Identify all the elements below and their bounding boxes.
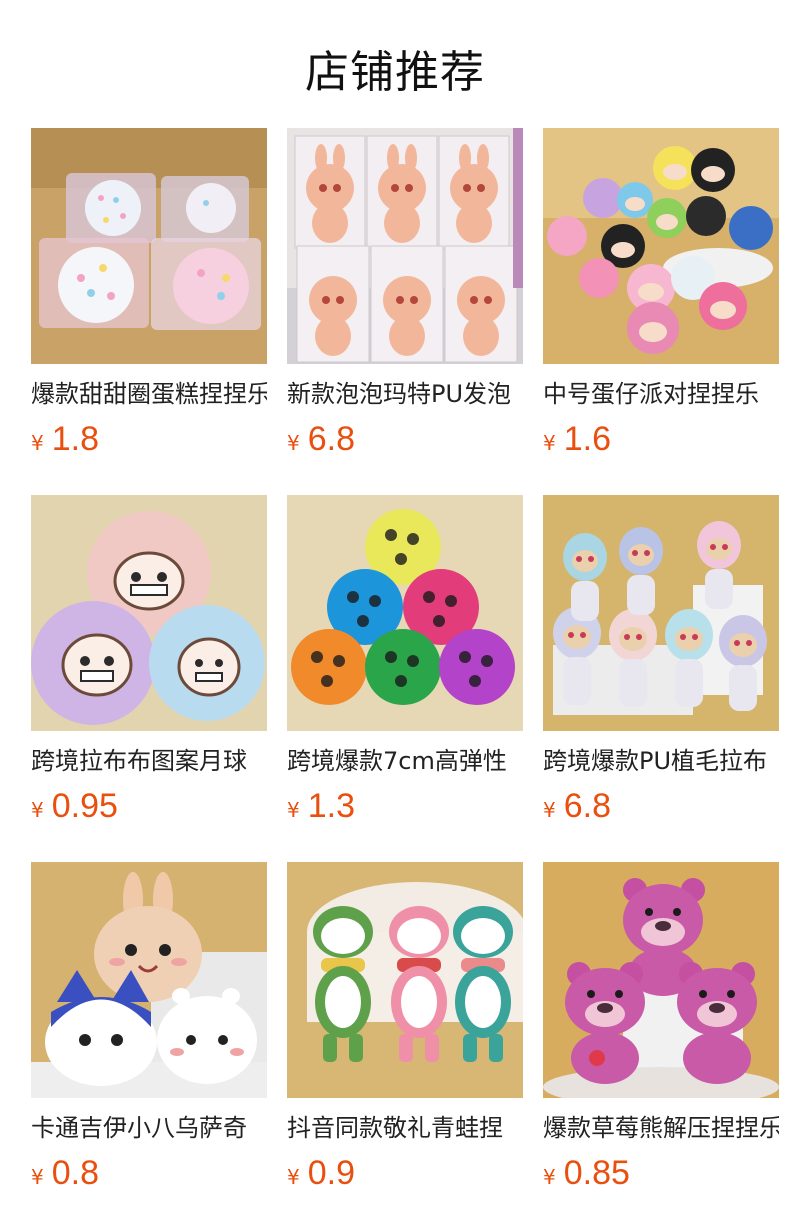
product-title[interactable]: 卡通吉伊小八乌萨奇 [31,1112,267,1144]
product-card[interactable]: 中号蛋仔派对捏捏乐 ¥ 1.6 [543,128,779,459]
product-title[interactable]: 爆款甜甜圈蛋糕捏捏乐 [31,378,267,410]
product-card[interactable]: 爆款草莓熊解压捏捏乐 ¥ 0.85 [543,862,779,1193]
product-price: ¥ 0.85 [543,1154,779,1193]
product-card[interactable]: 卡通吉伊小八乌萨奇 ¥ 0.8 [31,862,267,1193]
product-title[interactable]: 跨境爆款7cm高弹性 [287,745,523,777]
product-grid: 爆款甜甜圈蛋糕捏捏乐 ¥ 1.8 新款泡泡玛特PU发泡 ¥ 6.8 中号蛋仔派对… [0,128,790,1230]
page-title: 店铺推荐 [305,47,485,98]
price-value: 0.95 [51,787,118,825]
product-title[interactable]: 爆款草莓熊解压捏捏乐 [543,1112,779,1144]
price-value: 0.85 [563,1154,630,1192]
price-value: 6.8 [563,787,611,825]
printed-moon-balls-image[interactable] [31,495,267,731]
currency-symbol: ¥ [287,798,300,822]
currency-symbol: ¥ [543,431,556,455]
colorful-moon-balls-image[interactable] [287,495,523,731]
product-card[interactable]: 爆款甜甜圈蛋糕捏捏乐 ¥ 1.8 [31,128,267,459]
product-card[interactable]: 抖音同款敬礼青蛙捏 ¥ 0.9 [287,862,523,1193]
product-title[interactable]: 抖音同款敬礼青蛙捏 [287,1112,523,1144]
product-card[interactable]: 跨境爆款7cm高弹性 ¥ 1.3 [287,495,523,826]
product-price: ¥ 6.8 [287,420,523,459]
product-title[interactable]: 新款泡泡玛特PU发泡 [287,378,523,410]
currency-symbol: ¥ [543,1165,556,1189]
chiikawa-squishies-image[interactable] [31,862,267,1098]
bunny-figure-boxes-image[interactable] [287,128,523,364]
currency-symbol: ¥ [31,431,44,455]
price-value: 6.8 [307,420,355,458]
product-price: ¥ 1.8 [31,420,267,459]
product-card[interactable]: 跨境拉布布图案月球 ¥ 0.95 [31,495,267,826]
price-value: 0.8 [51,1154,99,1192]
currency-symbol: ¥ [31,1165,44,1189]
currency-symbol: ¥ [31,798,44,822]
product-card[interactable]: 跨境爆款PU植毛拉布 ¥ 6.8 [543,495,779,826]
egg-party-figures-image[interactable] [543,128,779,364]
flocked-bunny-figures-image[interactable] [543,495,779,731]
squishy-donut-image[interactable] [31,128,267,364]
product-price: ¥ 6.8 [543,787,779,826]
price-value: 0.9 [307,1154,355,1192]
currency-symbol: ¥ [287,431,300,455]
product-price: ¥ 0.9 [287,1154,523,1193]
price-value: 1.6 [563,420,611,458]
currency-symbol: ¥ [287,1165,300,1189]
product-title[interactable]: 中号蛋仔派对捏捏乐 [543,378,779,410]
strawberry-bear-image[interactable] [543,862,779,1098]
product-card[interactable]: 新款泡泡玛特PU发泡 ¥ 6.8 [287,128,523,459]
header: 店铺推荐 [0,0,790,128]
product-price: ¥ 1.6 [543,420,779,459]
currency-symbol: ¥ [543,798,556,822]
product-title[interactable]: 跨境拉布布图案月球 [31,745,267,777]
product-price: ¥ 0.8 [31,1154,267,1193]
price-value: 1.3 [307,787,355,825]
product-title[interactable]: 跨境爆款PU植毛拉布 [543,745,779,777]
product-price: ¥ 1.3 [287,787,523,826]
product-price: ¥ 0.95 [31,787,267,826]
price-value: 1.8 [51,420,99,458]
saluting-frog-figures-image[interactable] [287,862,523,1098]
